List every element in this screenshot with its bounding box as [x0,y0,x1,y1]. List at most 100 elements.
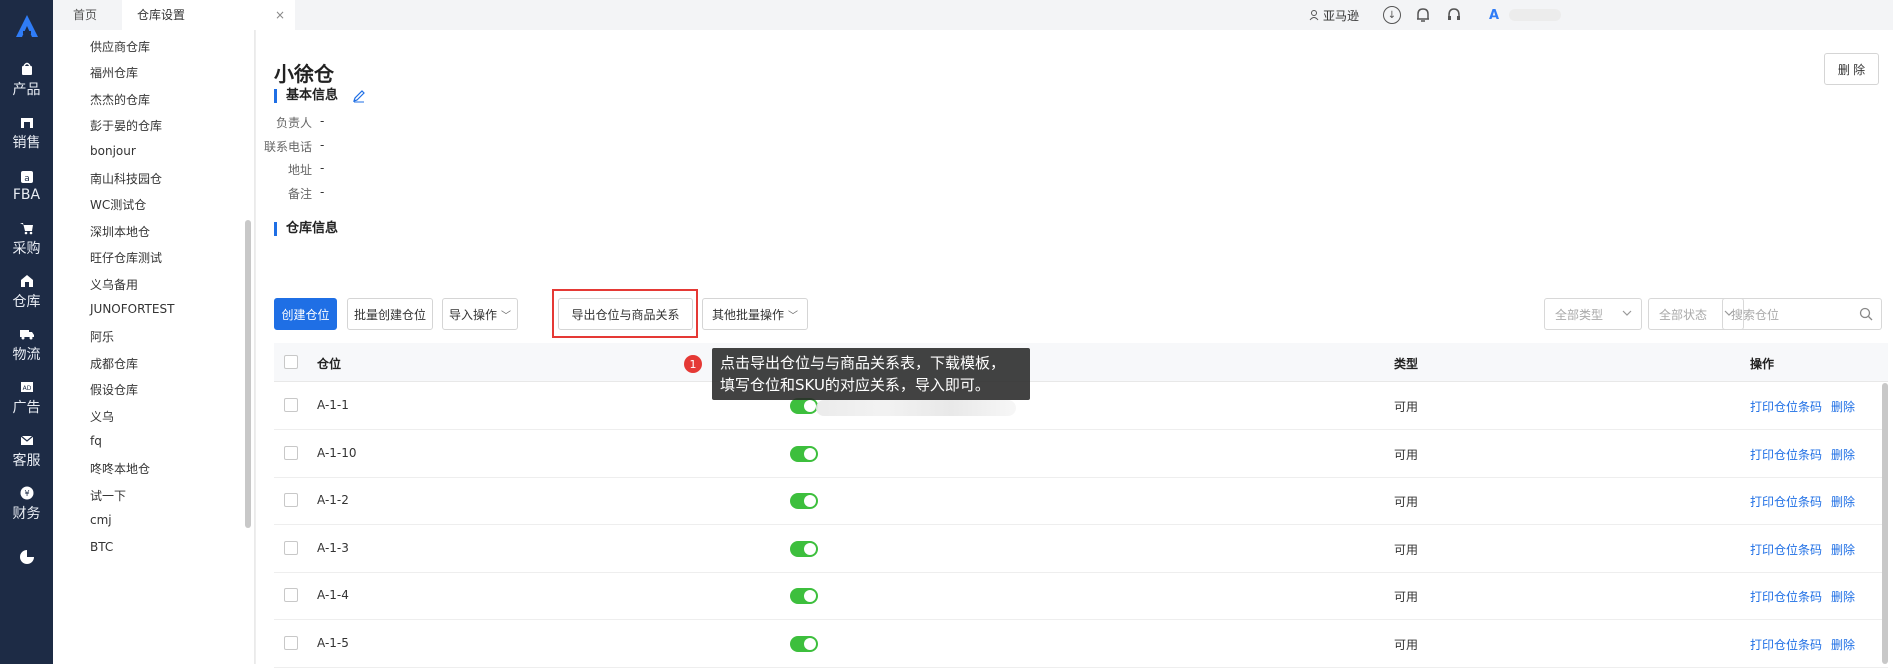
warehouse-list-item[interactable]: 阿乐 [90,328,114,345]
status-filter-value: 全部状态 [1659,307,1708,322]
edit-icon[interactable] [352,89,366,103]
type-filter-select[interactable]: 全部类型 [1544,298,1642,330]
delete-location-link[interactable]: 删除 [1831,636,1855,653]
warehouse-list-item[interactable]: 南山科技园仓 [90,170,162,187]
warehouse-list-item[interactable]: 彭于晏的仓库 [90,117,162,134]
rail-item-truck[interactable]: 物流 [0,318,53,371]
warehouse-list-item[interactable]: cmj [90,513,112,527]
table-row: A-1-10 可用 打印仓位条码 删除 [274,430,1888,478]
warehouse-list-item[interactable]: 福州仓库 [90,64,138,81]
warehouse-list-item[interactable]: 咚咚本地仓 [90,460,150,477]
location-enabled-toggle[interactable] [790,635,818,652]
warehouse-list: 供应商仓库福州仓库杰杰的仓库彭于晏的仓库 bonjour 南山科技园仓 WC测试仓深圳… [53,30,255,664]
location-enabled-toggle[interactable] [790,588,818,604]
table-scrollbar[interactable] [1882,383,1888,664]
location-enabled-toggle[interactable] [790,398,818,414]
warehouse-list-item[interactable]: 成都仓库 [90,355,138,372]
redacted-text [816,400,1016,416]
tooltip-line-1: 点击导出仓位与与商品关系表，下载模板， [720,354,1006,372]
warehouse-list-scrollbar[interactable] [245,220,251,528]
support-button[interactable] [1446,0,1462,30]
rail-item-label: 物流 [12,346,41,363]
import-dropdown[interactable]: 导入操作 ﹀ [442,298,518,330]
print-barcode-link[interactable]: 打印仓位条码 [1750,493,1822,510]
location-type: 可用 [1394,542,1419,557]
delete-warehouse-button[interactable]: 删 除 [1824,53,1879,85]
location-code: A-1-4 [317,588,349,602]
row-checkbox[interactable] [284,445,298,460]
rail-item-bag[interactable]: 产品 [0,53,53,106]
tab-home-label: 首页 [73,8,98,22]
location-type: 可用 [1394,400,1419,414]
print-barcode-link[interactable]: 打印仓位条码 [1750,398,1822,415]
account-menu[interactable]: A [1489,0,1562,30]
logo-icon [15,15,38,37]
warehouse-list-item[interactable]: 旺仔仓库测试 [90,249,162,266]
table-row: A-1-3 可用 打印仓位条码 删除 [274,525,1888,573]
tab-warehouse-settings[interactable]: 仓库设置 × [122,0,295,30]
print-barcode-link[interactable]: 打印仓位条码 [1750,636,1822,653]
delete-location-link[interactable]: 删除 [1831,588,1855,605]
print-barcode-link[interactable]: 打印仓位条码 [1750,588,1822,605]
warehouse-list-item[interactable]: 假设仓库 [90,381,138,398]
notification-button[interactable] [1416,0,1430,30]
batch-create-button[interactable]: 批量创建仓位 [347,298,433,330]
warehouse-list-item[interactable]: 供应商仓库 [90,38,150,55]
search-placeholder: 搜索仓位 [1731,307,1780,322]
warehouse-list-item[interactable]: 杰杰的仓库 [90,91,150,108]
warehouse-list-item[interactable]: JUNOFORTEST [90,302,174,316]
marketplace-selector[interactable]: 亚马逊 [1309,0,1359,30]
info-field: 联系电话 - [256,138,456,154]
warehouse-list-item[interactable]: 义乌 [90,408,114,425]
delete-location-link[interactable]: 删除 [1831,398,1855,415]
row-checkbox[interactable] [284,493,298,507]
delete-location-link[interactable]: 删除 [1831,541,1855,558]
info-field: 地址 - [256,161,456,177]
row-checkbox[interactable] [284,398,298,412]
create-location-button[interactable]: 创建仓位 [274,298,337,330]
print-barcode-link[interactable]: 打印仓位条码 [1750,446,1822,463]
info-field-value: - [320,137,325,152]
location-type: 可用 [1394,637,1419,652]
warehouse-list-item[interactable]: fq [90,434,102,448]
warehouse-list-item[interactable]: 试一下 [90,487,126,504]
rail-item-mail[interactable]: 客服 [0,424,53,477]
print-barcode-link[interactable]: 打印仓位条码 [1750,541,1822,558]
select-all-checkbox[interactable] [284,355,298,369]
other-batch-dropdown[interactable]: 其他批量操作 ﹀ [702,298,808,330]
tab-close-icon[interactable]: × [275,0,285,30]
rail-item-report[interactable] [0,530,53,583]
location-code: A-1-3 [317,540,349,555]
rail-item-shop[interactable]: 销售 [0,106,53,159]
rail-item-ad[interactable]: AD 广告 [0,371,53,424]
download-button[interactable]: ↓ [1383,0,1401,30]
rail-item-amazon[interactable]: a FBA [0,159,53,212]
import-label: 导入操作 [448,307,497,322]
search-icon[interactable] [1859,307,1873,321]
warehouse-list-item[interactable]: 义乌备用 [90,276,138,293]
app-logo[interactable] [0,0,53,52]
location-enabled-toggle[interactable] [790,445,818,462]
warehouse-list-item[interactable]: WC测试仓 [90,196,146,213]
delete-location-link[interactable]: 删除 [1831,446,1855,463]
location-enabled-toggle[interactable] [790,493,818,509]
row-checkbox[interactable] [284,588,298,602]
row-checkbox[interactable] [284,635,298,650]
location-enabled-toggle[interactable] [790,540,818,557]
brand-letter: A [1489,7,1500,23]
warehouse-list-item[interactable]: BTC [90,540,113,554]
money-icon: ¥ [20,486,33,499]
type-filter-value: 全部类型 [1555,307,1604,322]
tab-warehouse-settings-label: 仓库设置 [137,8,186,22]
highlight-box [552,289,698,338]
delete-location-link[interactable]: 删除 [1831,493,1855,510]
rail-item-label: 仓库 [12,293,41,310]
warehouse-list-item[interactable]: bonjour [90,144,136,158]
rail-item-warehouse[interactable]: 仓库 [0,265,53,318]
info-field-key: 负责人 [275,116,312,130]
warehouse-list-item[interactable]: 深圳本地仓 [90,223,150,240]
location-search-input[interactable]: 搜索仓位 [1722,298,1882,330]
row-checkbox[interactable] [284,540,298,555]
rail-item-money[interactable]: ¥ 财务 [0,477,53,530]
rail-item-cart[interactable]: 采购 [0,212,53,265]
